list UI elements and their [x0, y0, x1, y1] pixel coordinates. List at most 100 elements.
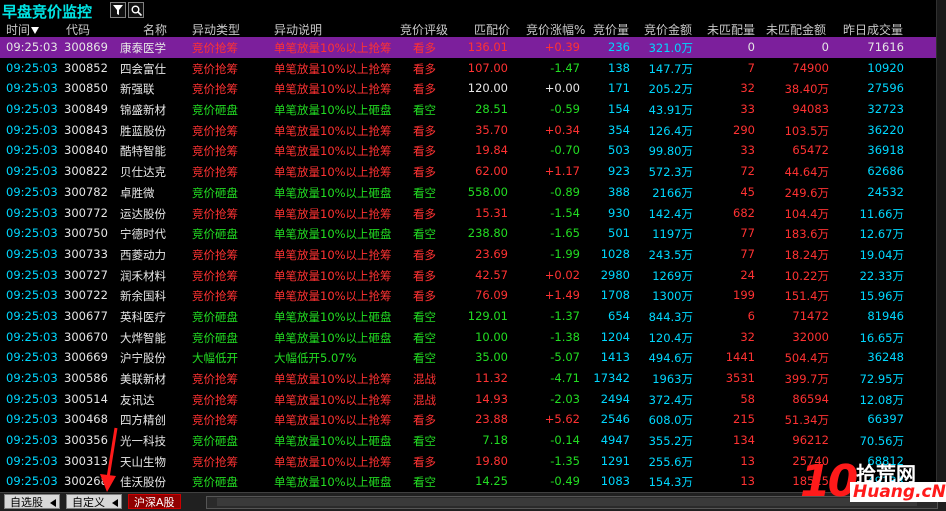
col-change-type[interactable]: 异动类型 — [192, 21, 240, 38]
cell-name: 贝仕达克 — [120, 165, 166, 180]
cell-price: 129.01 — [467, 308, 508, 323]
table-row[interactable]: 09:25:03 300840 酷特智能 竞价抢筹 单笔放量10%以上抢筹 看多 19.84… — [0, 140, 936, 161]
cell-unmatched-vol: 1441 — [725, 350, 755, 365]
col-unmatched-amt[interactable]: 未匹配金额 — [766, 21, 826, 38]
filter-button[interactable] — [110, 2, 126, 18]
cell-pct: -0.49 — [550, 474, 580, 489]
cell-desc: 单笔放量10%以上抢筹 — [274, 289, 392, 304]
col-change-desc[interactable]: 异动说明 — [274, 21, 322, 38]
red-arrow-icon — [100, 427, 118, 492]
table-row[interactable]: 09:25:03 300733 西菱动力 竞价抢筹 单笔放量10%以上抢筹 看多 23.69… — [0, 244, 936, 265]
cell-name: 新强联 — [120, 82, 155, 97]
cell-unmatched-vol: 77 — [740, 246, 755, 261]
cell-amount: 494.6万 — [648, 351, 693, 366]
cell-pct: -0.14 — [550, 433, 580, 448]
cell-pct: +0.39 — [544, 40, 580, 54]
col-pct[interactable]: 竞价涨幅% — [526, 21, 585, 38]
cell-time: 09:25:03 — [6, 453, 58, 468]
cell-unmatched-amt: 10.22万 — [784, 268, 829, 283]
table-row[interactable]: 09:25:03 300822 贝仕达克 竞价抢筹 单笔放量10%以上抢筹 看多 62.00… — [0, 161, 936, 182]
table-row[interactable]: 09:25:03 300670 大烨智能 竞价砸盘 单笔放量10%以上砸盘 看空 10.00… — [0, 327, 936, 348]
table-row[interactable]: 09:25:03 300313 天山生物 竞价抢筹 单笔放量10%以上抢筹 看多 19.80… — [0, 451, 936, 472]
cell-yesterday-vol: 16.65万 — [859, 330, 904, 345]
cell-price: 10.00 — [475, 329, 508, 344]
cell-price: 14.93 — [475, 391, 508, 406]
cell-code: 300843 — [64, 122, 108, 137]
col-yesterday-vol[interactable]: 昨日成交量 — [843, 21, 903, 38]
table-row[interactable]: 09:25:03 300722 新余国科 竞价抢筹 单笔放量10%以上抢筹 看多 76.09… — [0, 285, 936, 306]
table-row[interactable]: 09:25:03 300468 四方精创 竞价抢筹 单笔放量10%以上抢筹 看多 23.88… — [0, 409, 936, 430]
col-volume[interactable]: 竞价量 — [593, 21, 629, 38]
cell-yesterday-vol: 36220 — [867, 122, 904, 137]
cell-time: 09:25:03 — [6, 81, 58, 96]
cell-code: 300782 — [64, 184, 108, 199]
col-time[interactable]: 时间 — [6, 21, 40, 38]
table-row[interactable]: 09:25:03 300850 新强联 竞价抢筹 单笔放量10%以上抢筹 看多 120.00… — [0, 78, 936, 99]
cell-time: 09:25:03 — [6, 288, 58, 303]
cell-desc: 单笔放量10%以上砸盘 — [274, 309, 392, 324]
cell-name: 光一科技 — [120, 434, 166, 449]
cell-name: 酷特智能 — [120, 144, 166, 159]
cell-rating: 看空 — [413, 185, 436, 200]
cell-desc: 单笔放量10%以上砸盘 — [274, 330, 392, 345]
cell-time: 09:25:03 — [6, 433, 58, 448]
cell-volume: 2494 — [600, 391, 630, 406]
search-button[interactable] — [128, 2, 144, 18]
cell-pct: +0.02 — [544, 267, 580, 282]
cell-unmatched-amt: 74900 — [792, 60, 829, 75]
tab-custom[interactable]: 自定义 — [66, 494, 122, 509]
cell-unmatched-vol: 215 — [733, 412, 755, 427]
table-row[interactable]: 09:25:03 300782 卓胜微 竞价砸盘 单笔放量10%以上砸盘 看空 558.00… — [0, 182, 936, 203]
cell-amount: 43.91万 — [648, 103, 693, 118]
col-unmatched-vol[interactable]: 未匹配量 — [707, 21, 755, 38]
tab-hs-a-shares[interactable]: 沪深A股 — [128, 494, 181, 509]
cell-price: 7.18 — [482, 433, 508, 448]
cell-rating: 看多 — [413, 41, 436, 55]
cell-volume: 1413 — [600, 350, 630, 365]
table-row[interactable]: 09:25:03 300356 光一科技 竞价砸盘 单笔放量10%以上砸盘 看空 7.18-… — [0, 430, 936, 451]
cell-name: 友讯达 — [120, 392, 155, 407]
cell-type: 竞价砸盘 — [192, 227, 238, 242]
cell-type: 竞价砸盘 — [192, 103, 238, 118]
cell-desc: 单笔放量10%以上抢筹 — [274, 206, 392, 221]
table-row[interactable]: 09:25:03 300843 胜蓝股份 竞价抢筹 单笔放量10%以上抢筹 看多 35.70… — [0, 120, 936, 141]
col-amount[interactable]: 竞价金额 — [644, 21, 692, 38]
cell-amount: 1963万 — [652, 372, 693, 386]
table-row[interactable]: 09:25:03 300750 宁德时代 竞价砸盘 单笔放量10%以上砸盘 看空 238.8… — [0, 223, 936, 244]
table-row[interactable]: 09:25:03 300268 佳沃股份 竞价砸盘 单笔放量10%以上砸盘 看空 14.25… — [0, 471, 936, 492]
cell-amount: 120.4万 — [648, 330, 693, 345]
cell-code: 300586 — [64, 371, 108, 385]
cell-price: 35.00 — [475, 350, 508, 365]
cell-pct: -5.07 — [550, 350, 580, 365]
table-row[interactable]: 09:25:03 300852 四会富仕 竞价抢筹 单笔放量10%以上抢筹 看多 107.0… — [0, 58, 936, 79]
cell-yesterday-vol: 81946 — [867, 308, 904, 323]
cell-desc: 单笔放量10%以上抢筹 — [274, 61, 392, 76]
tab-watchlist[interactable]: 自选股 — [4, 494, 60, 509]
cell-name: 胜蓝股份 — [120, 123, 166, 138]
vertical-scrollbar[interactable] — [936, 0, 946, 492]
cell-pct: -0.89 — [550, 184, 580, 199]
table-row[interactable]: 09:25:03 300772 运达股份 竞价抢筹 单笔放量10%以上抢筹 看多 15.31… — [0, 203, 936, 224]
cell-amount: 1300万 — [652, 289, 693, 304]
cell-unmatched-vol: 77 — [740, 226, 755, 241]
cell-unmatched-amt: 86594 — [792, 391, 829, 406]
cell-unmatched-amt: 0 — [821, 40, 829, 54]
table-row[interactable]: 09:25:03 300514 友讯达 竞价抢筹 单笔放量10%以上抢筹 混战 14.93 -… — [0, 389, 936, 410]
col-code[interactable]: 代码 — [66, 21, 90, 38]
table-row[interactable]: 09:25:03 300849 锦盛新材 竞价砸盘 单笔放量10%以上砸盘 看空 28.51… — [0, 99, 936, 120]
cell-unmatched-amt: 504.4万 — [784, 351, 829, 366]
col-rating[interactable]: 竞价评级 — [400, 21, 448, 38]
col-name[interactable]: 名称 — [143, 21, 167, 38]
cell-yesterday-vol: 22.33万 — [859, 268, 904, 283]
col-match-price[interactable]: 匹配价 — [474, 21, 510, 38]
table-row[interactable]: 09:25:03 300669 沪宁股份 大幅低开 大幅低开5.07% 看空 35.00 -5… — [0, 347, 936, 368]
table-row[interactable]: 09:25:03 300727 润禾材料 竞价抢筹 单笔放量10%以上抢筹 看多 42.57… — [0, 265, 936, 286]
cell-name: 佳沃股份 — [120, 475, 166, 490]
cell-yesterday-vol: 19.04万 — [859, 247, 904, 262]
table-row[interactable]: 09:25:03 300869 康泰医学 竞价抢筹 单笔放量10%以上抢筹 看多 136.0… — [0, 37, 936, 58]
cell-pct: -1.54 — [550, 205, 580, 220]
cell-price: 62.00 — [475, 164, 508, 179]
table-row[interactable]: 09:25:03 300586 美联新材 竞价抢筹 单笔放量10%以上抢筹 混战 11.32… — [0, 368, 936, 389]
table-row[interactable]: 09:25:03 300677 英科医疗 竞价砸盘 单笔放量10%以上砸盘 看空 129.0… — [0, 306, 936, 327]
cell-volume: 171 — [608, 81, 630, 96]
